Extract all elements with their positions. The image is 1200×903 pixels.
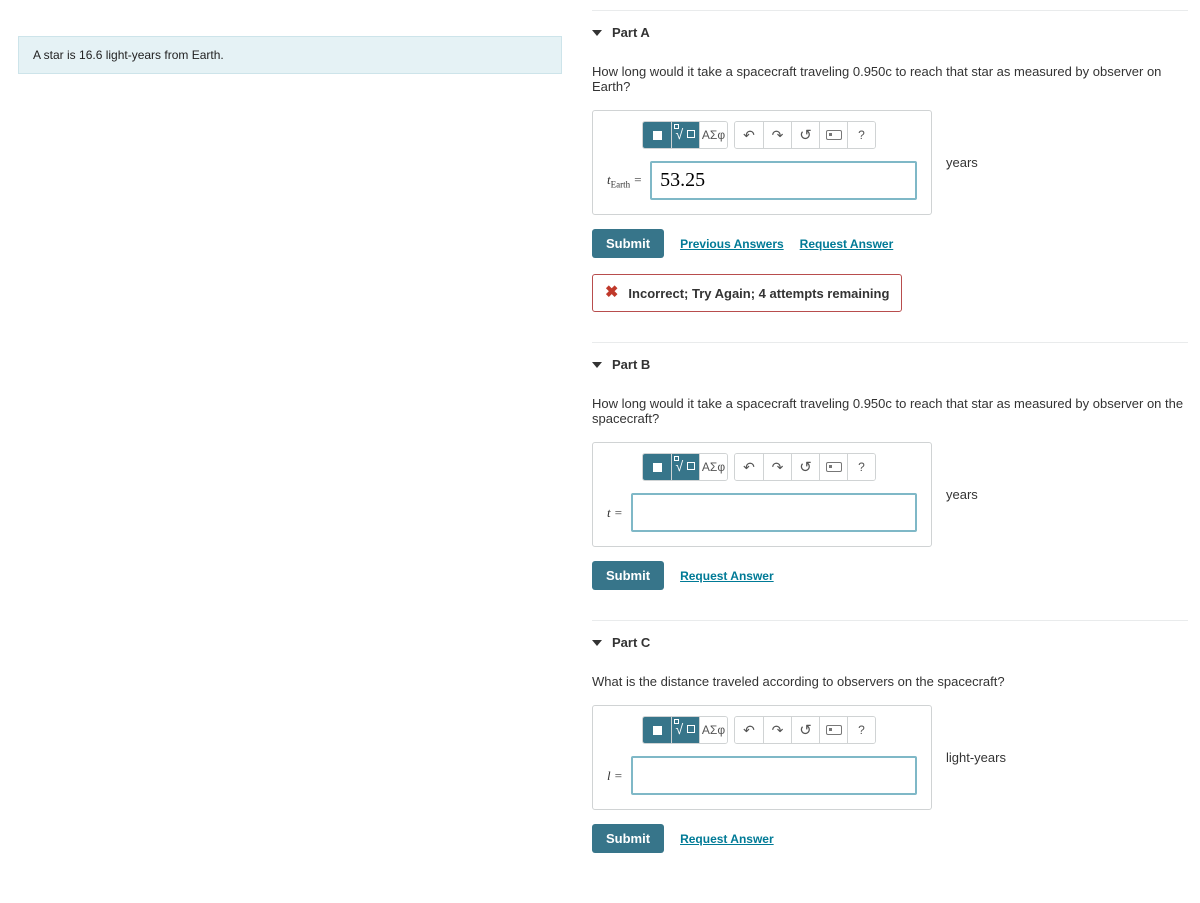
submit-button[interactable]: Submit: [592, 824, 664, 853]
reset-icon[interactable]: ↺: [791, 454, 819, 480]
part-a-variable: tEarth =: [607, 172, 642, 190]
part-a-question: How long would it take a spacecraft trav…: [592, 64, 1188, 94]
part-c-header[interactable]: Part C: [592, 621, 1188, 664]
part-b-variable: t =: [607, 505, 623, 521]
template-icon[interactable]: [643, 122, 671, 148]
template-icon[interactable]: [643, 454, 671, 480]
feedback-text: Incorrect; Try Again; 4 attempts remaini…: [628, 286, 889, 301]
problem-prompt: A star is 16.6 light-years from Earth.: [18, 36, 562, 74]
part-c-variable: l =: [607, 768, 623, 784]
redo-icon[interactable]: ↷: [763, 454, 791, 480]
equation-toolbar: ΑΣφ ↶ ↷ ↺ ?: [593, 453, 931, 493]
part-a-unit: years: [946, 155, 994, 170]
part-c-answer-box: ΑΣφ ↶ ↷ ↺ ? l =: [592, 705, 932, 810]
request-answer-link[interactable]: Request Answer: [680, 832, 774, 846]
help-icon[interactable]: ?: [847, 122, 875, 148]
caret-down-icon: [592, 30, 602, 36]
part-a-title: Part A: [612, 25, 650, 40]
greek-symbols-button[interactable]: ΑΣφ: [699, 122, 727, 148]
greek-symbols-button[interactable]: ΑΣφ: [699, 454, 727, 480]
part-c: Part C What is the distance traveled acc…: [592, 620, 1188, 883]
undo-icon[interactable]: ↶: [735, 122, 763, 148]
part-a-feedback: ✖ Incorrect; Try Again; 4 attempts remai…: [592, 274, 902, 312]
part-b-input[interactable]: [631, 493, 917, 532]
request-answer-link[interactable]: Request Answer: [800, 237, 894, 251]
redo-icon[interactable]: ↷: [763, 122, 791, 148]
reset-icon[interactable]: ↺: [791, 717, 819, 743]
keyboard-icon[interactable]: [819, 717, 847, 743]
submit-button[interactable]: Submit: [592, 561, 664, 590]
request-answer-link[interactable]: Request Answer: [680, 569, 774, 583]
undo-icon[interactable]: ↶: [735, 454, 763, 480]
redo-icon[interactable]: ↷: [763, 717, 791, 743]
part-b-question: How long would it take a spacecraft trav…: [592, 396, 1188, 426]
submit-button[interactable]: Submit: [592, 229, 664, 258]
part-c-question: What is the distance traveled according …: [592, 674, 1188, 689]
part-a-input[interactable]: [650, 161, 917, 200]
keyboard-icon[interactable]: [819, 454, 847, 480]
template-icon[interactable]: [643, 717, 671, 743]
equation-toolbar: ΑΣφ ↶ ↷ ↺ ?: [593, 716, 931, 756]
part-a: Part A How long would it take a spacecra…: [592, 10, 1188, 342]
reset-icon[interactable]: ↺: [791, 122, 819, 148]
help-icon[interactable]: ?: [847, 454, 875, 480]
part-b: Part B How long would it take a spacecra…: [592, 342, 1188, 620]
part-b-answer-box: ΑΣφ ↶ ↷ ↺ ? t =: [592, 442, 932, 547]
math-root-icon[interactable]: [671, 717, 699, 743]
keyboard-icon[interactable]: [819, 122, 847, 148]
undo-icon[interactable]: ↶: [735, 717, 763, 743]
caret-down-icon: [592, 640, 602, 646]
part-b-title: Part B: [612, 357, 650, 372]
part-a-answer-box: ΑΣφ ↶ ↷ ↺ ? tEarth =: [592, 110, 932, 215]
part-b-unit: years: [946, 487, 994, 502]
part-a-header[interactable]: Part A: [592, 11, 1188, 54]
greek-symbols-button[interactable]: ΑΣφ: [699, 717, 727, 743]
caret-down-icon: [592, 362, 602, 368]
equation-toolbar: ΑΣφ ↶ ↷ ↺ ?: [593, 121, 931, 161]
part-c-input[interactable]: [631, 756, 917, 795]
math-root-icon[interactable]: [671, 454, 699, 480]
error-icon: ✖: [605, 285, 618, 301]
part-c-unit: light-years: [946, 750, 1006, 765]
help-icon[interactable]: ?: [847, 717, 875, 743]
previous-answers-link[interactable]: Previous Answers: [680, 237, 784, 251]
part-b-header[interactable]: Part B: [592, 343, 1188, 386]
part-c-title: Part C: [612, 635, 650, 650]
math-root-icon[interactable]: [671, 122, 699, 148]
